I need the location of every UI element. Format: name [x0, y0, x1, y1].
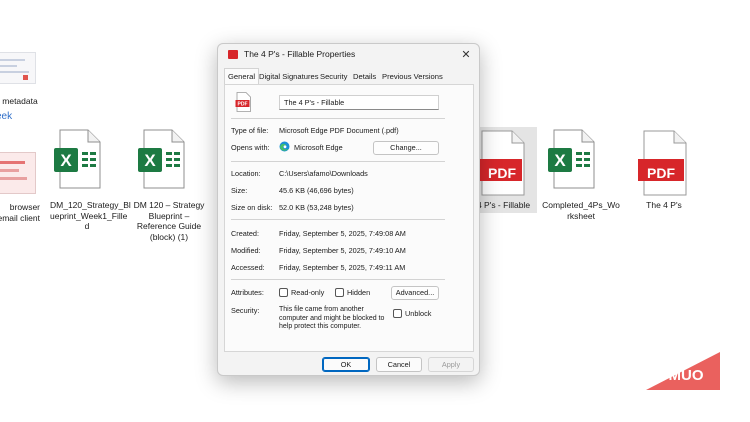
pdf-icon [228, 50, 238, 59]
modified-value: Friday, September 5, 2025, 7:49:10 AM [279, 246, 406, 255]
divider [231, 118, 445, 119]
file-tile-excel-1[interactable]: X DM_120_Strategy_Bl ueprint_Week1_Fille… [50, 128, 131, 238]
type-of-file-value: Microsoft Edge PDF Document (.pdf) [279, 126, 399, 135]
svg-text:X: X [60, 151, 72, 170]
size-on-disk-value: 52.0 KB (53,248 bytes) [279, 203, 354, 212]
close-button[interactable]: ✕ [459, 48, 473, 62]
excel-file-icon: X [54, 129, 101, 189]
created-value: Friday, September 5, 2025, 7:49:08 AM [279, 229, 406, 238]
opens-with-label: Opens with: [231, 143, 270, 152]
svg-text:X: X [144, 151, 156, 170]
muo-watermark-logo: MUO [646, 352, 720, 390]
excel-file-icon: X [548, 129, 595, 189]
tab-previous-versions[interactable]: Previous Versions [382, 69, 443, 85]
file-name: 4 P's - Fillable [476, 200, 531, 210]
security-label: Security: [231, 306, 260, 315]
partial-item-label: browser email client [0, 202, 40, 223]
tab-general[interactable]: General [224, 68, 260, 85]
partial-thumbnail-browser[interactable] [0, 152, 36, 194]
location-label: Location: [231, 169, 261, 178]
size-on-disk-label: Size on disk: [231, 203, 273, 212]
tab-digital-signatures[interactable]: Digital Signatures [259, 69, 319, 85]
read-only-label[interactable]: Read-only [291, 288, 324, 297]
pdf-icon-text: PDF [238, 102, 248, 108]
watermark-text: MUO [669, 367, 704, 384]
cancel-button[interactable]: Cancel [376, 357, 422, 372]
tab-security[interactable]: Security [320, 69, 347, 85]
dialog-titlebar[interactable]: The 4 P's - Fillable Properties ✕ [218, 44, 479, 66]
file-tile-pdf[interactable]: PDF The 4 P's [634, 127, 698, 215]
pdf-document-icon: PDF [235, 92, 251, 112]
file-tile-excel-3[interactable]: X Completed_4Ps_Wo rksheet [542, 128, 620, 228]
dialog-title: The 4 P's - Fillable Properties [244, 49, 356, 59]
divider [231, 279, 445, 280]
attributes-label: Attributes: [231, 288, 264, 297]
general-panel: PDF The 4 P's - Fillable Type of file: M… [224, 84, 474, 352]
apply-button[interactable]: Apply [428, 357, 474, 372]
pdf-badge-text: PDF [647, 165, 675, 181]
hidden-label[interactable]: Hidden [347, 288, 370, 297]
pdf-badge-text: PDF [488, 165, 516, 181]
file-name-input[interactable]: The 4 P's - Fillable [279, 95, 439, 110]
opens-with-value: Microsoft Edge [294, 143, 343, 152]
read-only-checkbox[interactable] [279, 288, 288, 297]
pdf-file-icon [638, 130, 687, 196]
size-label: Size: [231, 186, 248, 195]
excel-file-icon: X [138, 129, 185, 189]
partial-thumbnail-top[interactable] [0, 52, 36, 84]
file-name: DM_120_Strategy_Bl ueprint_Week1_Fille d [50, 200, 131, 231]
tab-details[interactable]: Details [353, 69, 376, 85]
ok-button[interactable]: OK [322, 357, 370, 372]
partial-item-label: metadata [2, 96, 38, 106]
unblock-label[interactable]: Unblock [405, 309, 431, 318]
change-button[interactable]: Change... [373, 141, 439, 155]
divider [231, 161, 445, 162]
modified-label: Modified: [231, 246, 261, 255]
size-value: 45.6 KB (46,696 bytes) [279, 186, 354, 195]
unblock-checkbox[interactable] [393, 309, 402, 318]
divider [231, 219, 445, 220]
security-text: This file came from another computer and… [279, 306, 385, 331]
properties-dialog: The 4 P's - Fillable Properties ✕ Genera… [217, 43, 480, 376]
type-of-file-label: Type of file: [231, 126, 269, 135]
file-name: Completed_4Ps_Wo rksheet [542, 200, 620, 221]
created-label: Created: [231, 229, 259, 238]
advanced-button[interactable]: Advanced... [391, 286, 439, 300]
microsoft-edge-icon [279, 141, 290, 152]
file-name: DM 120 – Strategy Blueprint – Reference … [133, 200, 205, 242]
svg-text:X: X [554, 151, 566, 170]
accessed-label: Accessed: [231, 263, 265, 272]
pdf-file-icon [476, 130, 525, 196]
file-tile-excel-2[interactable]: X DM 120 – Strategy Blueprint – Referenc… [134, 128, 214, 248]
accessed-value: Friday, September 5, 2025, 7:49:11 AM [279, 263, 406, 272]
hidden-checkbox[interactable] [335, 288, 344, 297]
partial-link[interactable]: eek [0, 111, 12, 122]
location-value: C:\Users\afamo\Downloads [279, 169, 368, 178]
file-tile-pdf-selected[interactable]: PDF 4 P's - Fillable [470, 127, 537, 213]
file-name: The 4 P's [646, 200, 682, 210]
